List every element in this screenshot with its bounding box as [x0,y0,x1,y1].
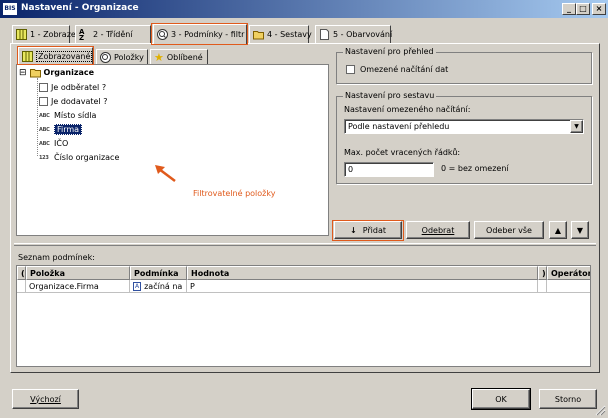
tree-item-label: Je odběratel ? [51,83,107,92]
report-settings-group: Nastavení pro sestavu Nastavení omezenéh… [336,91,592,184]
cell-value[interactable]: P [187,280,538,293]
default-button[interactable]: Výchozí [12,389,79,409]
button-label: Odeber vše [486,225,532,235]
subtab-oblibene[interactable]: ★ Oblíbené [150,49,208,65]
tree-view[interactable]: ⊟ Organizace Je odběratel ? Je dodavatel… [16,64,329,236]
column-header-close-paren[interactable]: ) [538,266,547,280]
active-subtab-highlight [17,46,94,65]
tree-item-label: Je dodavatel ? [51,97,108,106]
button-label: Výchozí [30,394,61,404]
column-header-operator[interactable]: Operátor [547,266,590,280]
tree-item-label: IČO [54,139,69,148]
dropdown-arrow-icon[interactable]: ▼ [570,120,583,133]
condition-text: začíná na [144,281,183,291]
folder-icon [29,69,41,78]
checkbox-label: Omezené načítání dat [360,65,449,74]
cell-item[interactable]: Organizace.Firma [26,280,130,293]
active-tab-highlight [151,23,248,45]
column-header-condition[interactable]: Podmínka [130,266,187,280]
max-rows-label: Max. počet vracených řádků: [344,148,461,157]
cell-open-paren[interactable] [17,280,26,293]
column-header-value[interactable]: Hodnota [187,266,538,280]
select-value: Podle nastavení přehledu [348,122,450,131]
close-button[interactable]: × [592,3,606,15]
title-bar: BIS Nastavení - Organizace _ □ × [0,0,608,18]
conditions-label: Seznam podmínek: [18,253,95,262]
remove-all-button[interactable]: Odeber vše [474,221,544,239]
subtab-label: Oblíbené [166,53,203,62]
cell-condition[interactable]: A začíná na [130,280,187,293]
subtab-label: Položky [114,53,144,62]
tree-item-label: Firma [54,124,83,135]
text-type-icon: ABC [39,112,50,119]
input-value: 0 [348,165,354,174]
tree-item[interactable]: Je odběratel ? [39,81,106,94]
tree-item[interactable]: ABC IČO [39,137,68,150]
overview-settings-group: Nastavení pro přehled Omezené načítání d… [336,47,592,84]
cancel-button[interactable]: Storno [539,389,597,409]
remove-button[interactable]: Odebrat [406,221,470,239]
subtab-polozky[interactable]: Položky [96,49,148,65]
limited-loading-select[interactable]: Podle nastavení přehledu ▼ [344,119,584,134]
tree-root[interactable]: ⊟ Organizace [19,66,94,79]
limited-loading-label: Nastavení omezeného načítání: [344,105,471,114]
limited-loading-checkbox[interactable] [346,65,355,74]
annotation-label: Filtrovatelné položky [193,189,276,198]
tab-trideni[interactable]: AZ 2 - Třídění [75,25,151,43]
checkbox-type-icon [39,83,48,92]
conditions-grid[interactable]: ( Položka Podmínka Hodnota ) Operátor Or… [16,265,591,367]
maximize-button[interactable]: □ [576,3,590,15]
app-icon: BIS [3,3,17,15]
tree-item[interactable]: 123 Číslo organizace [39,151,119,164]
document-icon [320,29,329,40]
cell-operator[interactable] [547,280,590,293]
tree-connector [37,78,38,156]
tab-zobrazeni[interactable]: 1 - Zobrazení [12,25,83,43]
star-icon: ★ [154,51,164,64]
folder-icon [253,31,264,40]
collapse-icon[interactable]: ⊟ [19,68,27,78]
tab-label: 2 - Třídění [93,30,133,39]
column-header-open-paren[interactable]: ( [17,266,26,280]
sort-az-icon: AZ [79,27,85,42]
move-up-button[interactable]: ▲ [549,221,567,239]
columns-icon [16,29,27,40]
button-label: Odebrat [421,225,455,235]
tree-item-label: Číslo organizace [54,153,120,162]
text-type-icon: ABC [39,126,50,133]
column-header-item[interactable]: Položka [26,266,130,280]
max-rows-input[interactable]: 0 [344,162,434,177]
cell-close-paren[interactable] [538,280,547,293]
magnifier-icon [100,52,111,63]
tree-item[interactable]: Je dodavatel ? [39,95,107,108]
splitter[interactable] [14,243,596,246]
tree-item-selected[interactable]: ABC Firma [39,123,83,136]
resize-grip-icon[interactable] [594,404,606,416]
tab-label: 5 - Obarvování [333,30,393,39]
window-title: Nastavení - Organizace [21,3,139,13]
arrow-up-icon: ▲ [554,225,562,235]
group-label: Nastavení pro sestavu [343,91,437,100]
minimize-button[interactable]: _ [562,3,576,15]
button-label: Storno [554,394,582,404]
button-label: OK [495,394,507,404]
number-type-icon: 123 [39,154,49,161]
move-down-button[interactable]: ▼ [571,221,589,239]
add-button-highlight [332,220,404,241]
tree-item-label: Místo sídla [54,111,97,120]
checkbox-type-icon [39,97,48,106]
annotation-arrow-icon [155,165,176,182]
tree-item[interactable]: ABC Místo sídla [39,109,96,122]
text-condition-icon: A [133,281,142,291]
max-rows-hint: 0 = bez omezení [441,164,509,173]
tab-label: 4 - Sestavy [267,30,312,39]
tab-sestavy[interactable]: 4 - Sestavy [249,25,312,43]
tree-root-label: Organizace [43,68,95,77]
text-type-icon: ABC [39,140,50,147]
group-label: Nastavení pro přehled [343,47,436,56]
ok-button[interactable]: OK [471,388,531,410]
tab-obarvovani[interactable]: 5 - Obarvování [315,25,393,43]
arrow-down-icon: ▼ [576,225,584,235]
